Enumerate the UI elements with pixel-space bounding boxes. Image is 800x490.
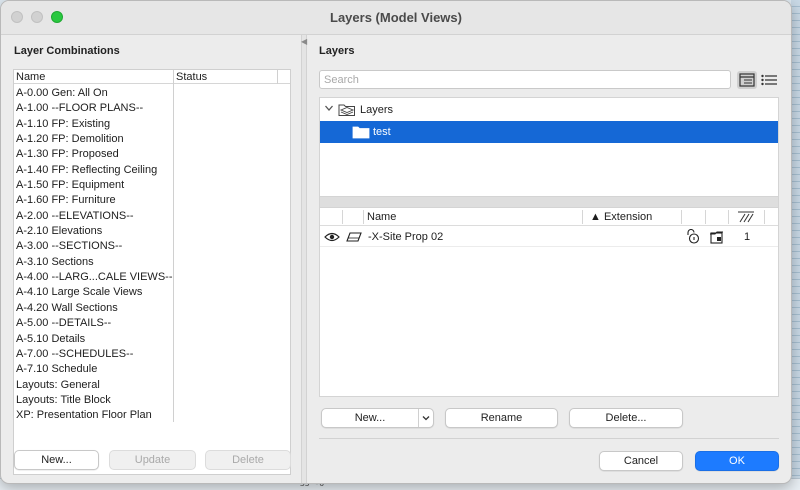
list-item[interactable]: A-3.10 Sections [16, 255, 172, 270]
layer-combinations-title: Layer Combinations [14, 45, 120, 57]
extension-column-header[interactable]: ▲ Extension [590, 211, 652, 223]
list-item[interactable]: A-1.40 FP: Reflecting Ceiling [16, 163, 172, 178]
chevron-down-icon[interactable] [420, 412, 432, 424]
list-item[interactable]: A-2.10 Elevations [16, 224, 172, 239]
title-bar: Layers (Model Views) [1, 1, 791, 35]
footer-divider [319, 438, 779, 439]
list-item[interactable]: A-1.60 FP: Furniture [16, 193, 172, 208]
layers-title: Layers [319, 45, 355, 57]
window-title: Layers (Model Views) [330, 10, 462, 25]
combinations-status-column[interactable]: Status [176, 71, 207, 83]
layer-combinations-panel: Layer Combinations Name Status A-0.00 Ge… [1, 35, 301, 483]
collapse-triangle-icon[interactable]: ◀ [301, 37, 307, 46]
list-item[interactable]: A-1.00 --FLOOR PLANS-- [16, 101, 172, 116]
list-item[interactable]: A-4.20 Wall Sections [16, 301, 172, 316]
tree-item-layers[interactable]: Layers [320, 99, 778, 121]
list-view-button[interactable] [760, 71, 778, 89]
list-item[interactable]: A-5.00 --DETAILS-- [16, 316, 172, 331]
combinations-header: Name Status [14, 70, 290, 84]
tree-table-splitter[interactable] [319, 197, 779, 207]
layers-folder-icon [338, 104, 355, 116]
rename-layer-button[interactable]: Rename [445, 408, 558, 428]
list-item[interactable]: A-7.10 Schedule [16, 362, 172, 377]
list-item[interactable]: A-5.10 Details [16, 332, 172, 347]
eye-icon[interactable] [324, 232, 340, 242]
unlock-icon[interactable] [685, 229, 701, 244]
intersection-group-value[interactable]: 1 [744, 231, 750, 243]
list-item[interactable]: A-2.00 --ELEVATIONS-- [16, 209, 172, 224]
new-combination-button[interactable]: New... [14, 450, 99, 470]
list-item[interactable]: A-1.20 FP: Demolition [16, 132, 172, 147]
list-item[interactable]: A-1.30 FP: Proposed [16, 147, 172, 162]
list-item[interactable]: Layouts: Title Block [16, 393, 172, 408]
combinations-name-column[interactable]: Name [16, 71, 45, 83]
update-combination-button[interactable]: Update [109, 450, 196, 470]
intersection-group-icon [738, 211, 754, 223]
backdrop-edge [791, 0, 800, 490]
tree-view-button[interactable] [737, 71, 757, 89]
delete-layer-button[interactable]: Delete... [569, 408, 683, 428]
new-layer-label: New... [354, 412, 386, 424]
list-item[interactable]: A-4.10 Large Scale Views [16, 285, 172, 300]
tree-item-label: test [373, 126, 391, 138]
tree-item-label: Layers [360, 104, 394, 116]
ok-button[interactable]: OK [695, 451, 779, 471]
panel-splitter[interactable] [301, 35, 307, 483]
wireframe-solid-icon[interactable] [346, 232, 362, 242]
list-item[interactable]: A-4.00 --LARG...CALE VIEWS-- [16, 270, 172, 285]
layer-combinations-list[interactable]: Name Status A-0.00 Gen: All On A-1.00 --F… [13, 69, 291, 475]
list-item[interactable]: A-3.00 --SECTIONS-- [16, 239, 172, 254]
layer-name: -X-Site Prop 02 [368, 231, 444, 243]
chevron-down-icon[interactable] [324, 103, 334, 113]
combinations-items: A-0.00 Gen: All On A-1.00 --FLOOR PLANS--… [16, 86, 172, 424]
tree-item-test[interactable]: test [320, 121, 778, 143]
sort-ascending-icon: ▲ [590, 211, 601, 223]
list-item[interactable]: A-0.00 Gen: All On [16, 86, 172, 101]
list-view-icon [761, 74, 777, 86]
new-layer-button[interactable]: New... [321, 408, 434, 428]
list-item[interactable]: A-7.00 --SCHEDULES-- [16, 347, 172, 362]
layer-table-header: Name ▲ Extension [320, 208, 778, 226]
folder-icon [352, 126, 370, 139]
list-item[interactable]: XP: Presentation Floor Plan [16, 408, 172, 423]
list-item[interactable]: A-1.50 FP: Equipment [16, 178, 172, 193]
delete-combination-button[interactable]: Delete [205, 450, 291, 470]
layer-folder-tree[interactable]: Layers test [319, 97, 779, 197]
xref-layer-icon[interactable] [709, 230, 725, 244]
cancel-button[interactable]: Cancel [599, 451, 683, 471]
layer-table[interactable]: Name ▲ Extension -X-Site Prop 02 1 [319, 207, 779, 397]
tree-view-icon [739, 73, 755, 87]
layers-dialog: Layers (Model Views) Layer Combinations … [0, 0, 792, 484]
layer-search-input[interactable] [319, 70, 731, 89]
name-column-header[interactable]: Name [367, 211, 396, 223]
list-item[interactable]: A-1.10 FP: Existing [16, 117, 172, 132]
list-item[interactable]: Layouts: General [16, 378, 172, 393]
table-row[interactable]: -X-Site Prop 02 1 [320, 227, 778, 247]
